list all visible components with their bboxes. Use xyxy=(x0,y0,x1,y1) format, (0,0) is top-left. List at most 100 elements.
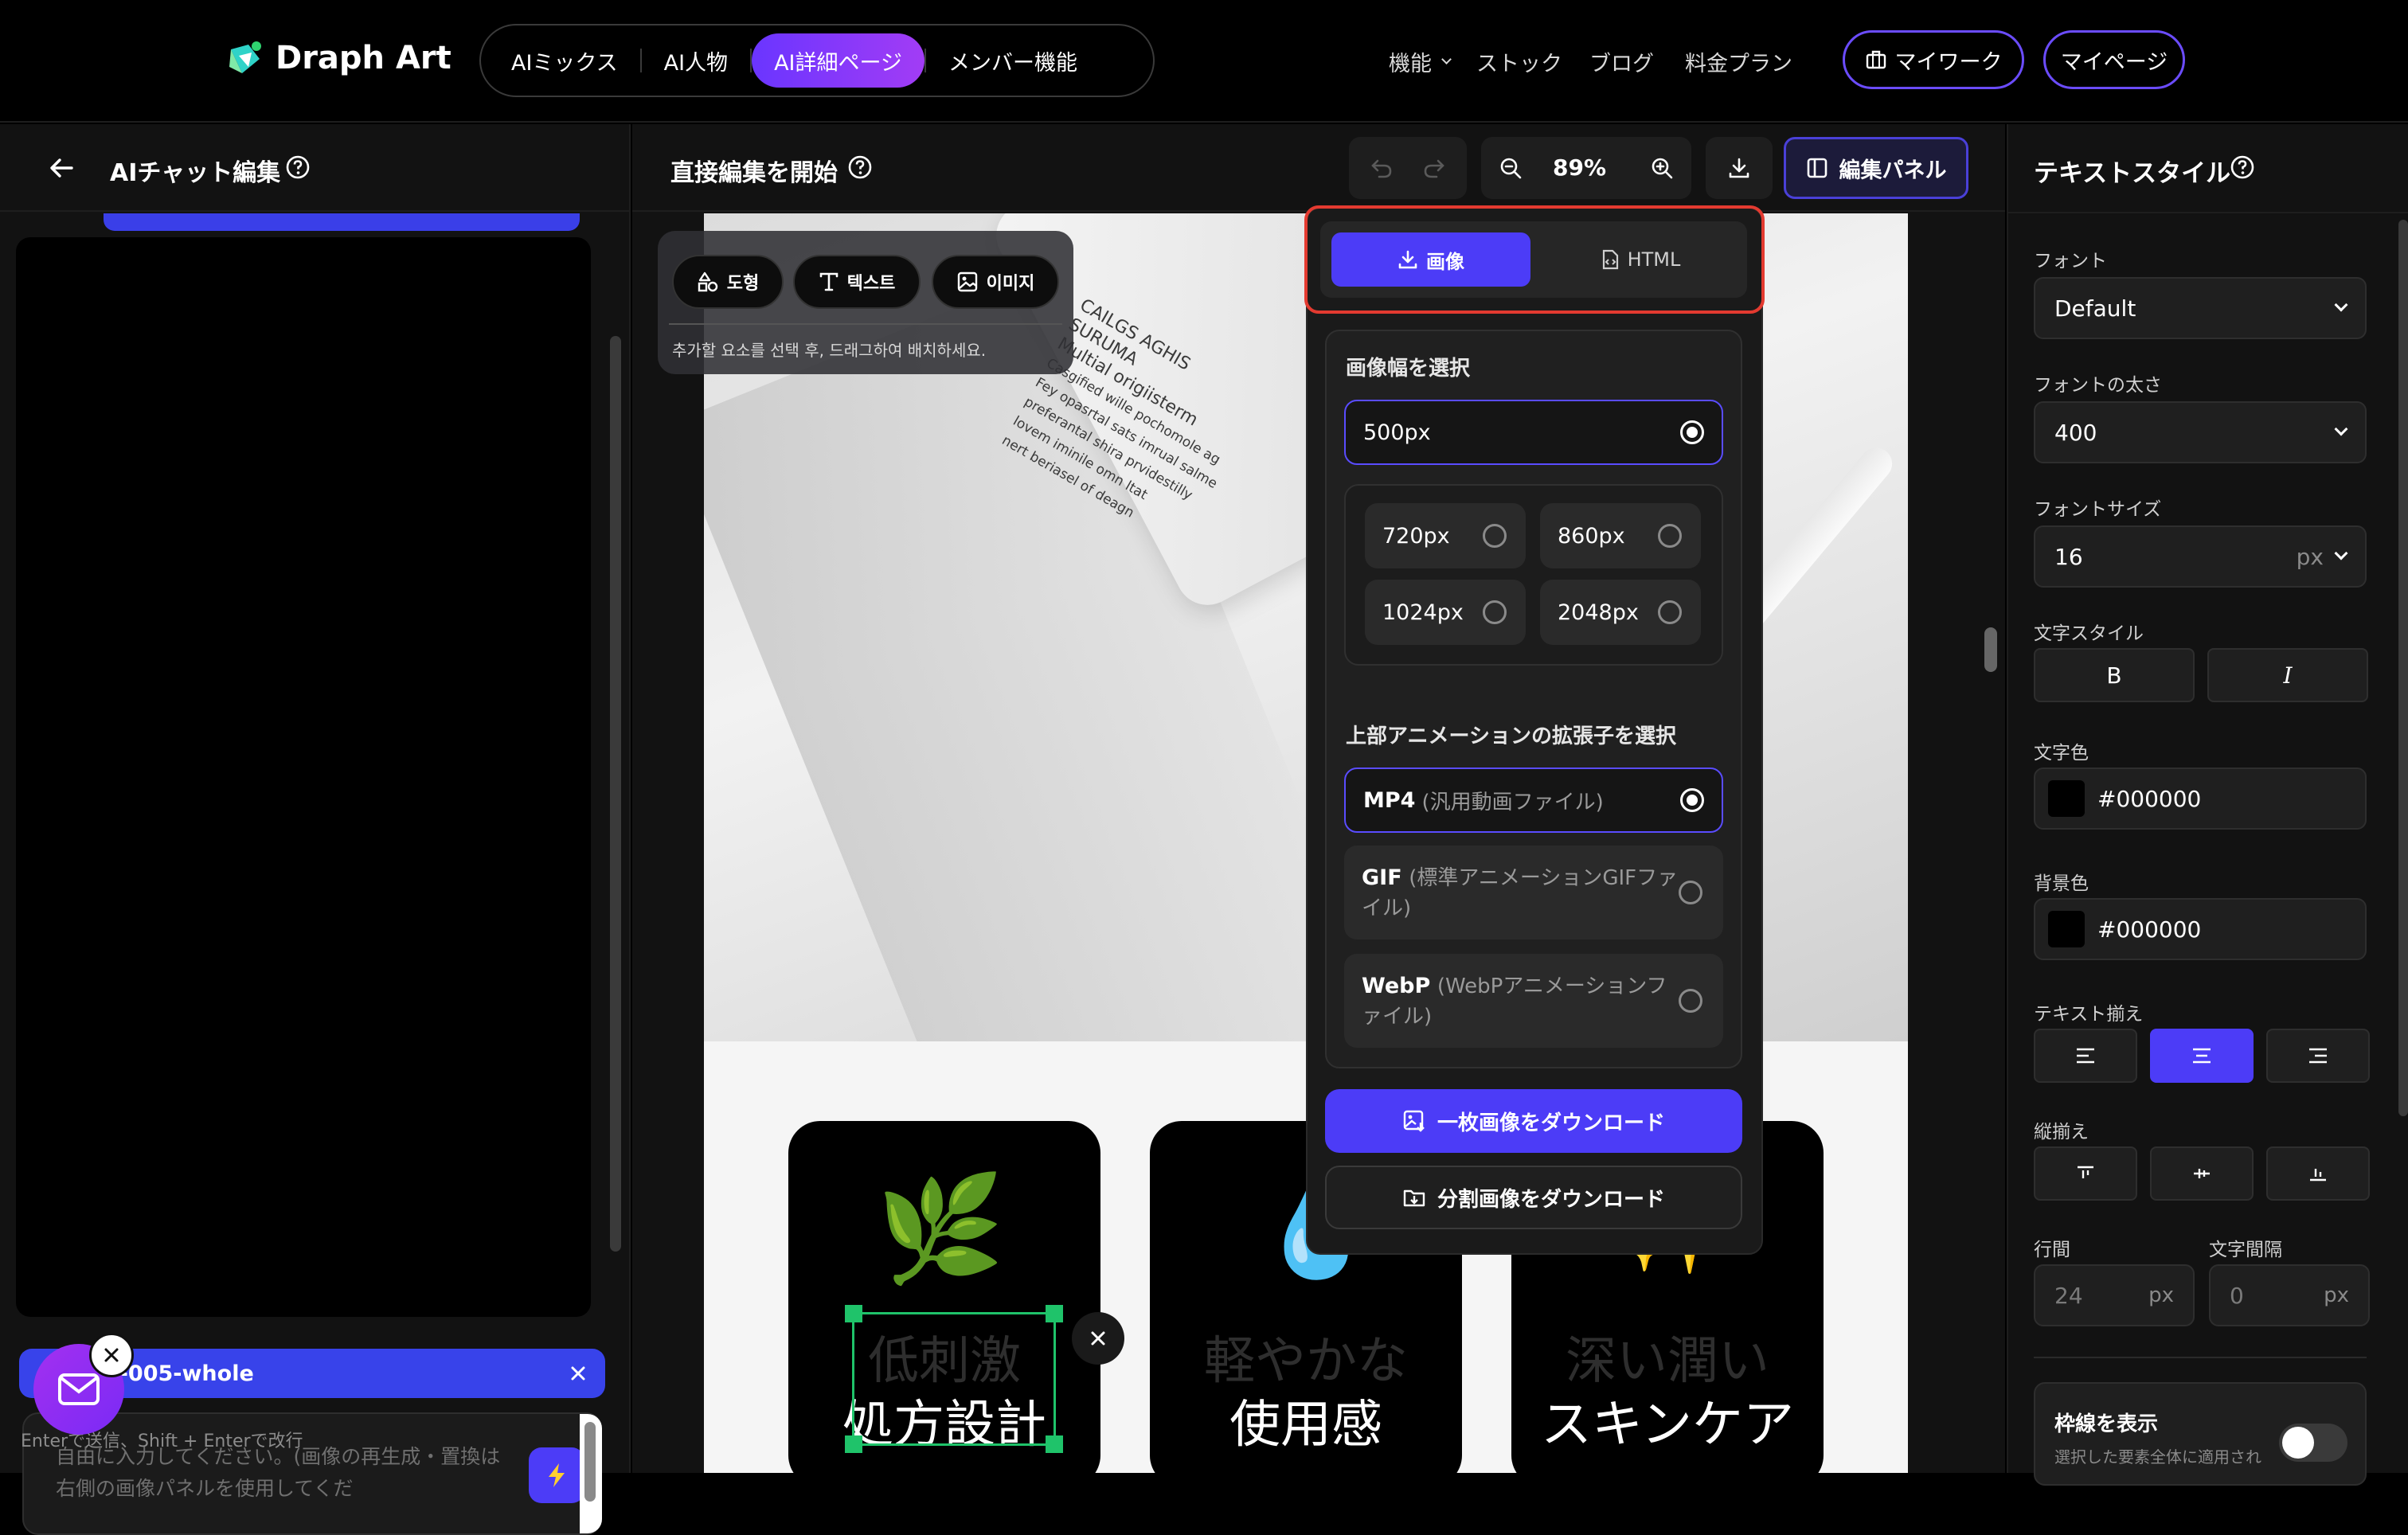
redo-icon[interactable] xyxy=(1422,156,1446,180)
bg-color-value: #000000 xyxy=(2097,916,2202,943)
line-height-input[interactable]: 24 px xyxy=(2034,1264,2195,1326)
align-left-icon xyxy=(2077,1048,2094,1064)
text-icon xyxy=(819,272,838,291)
font-size-unit: px xyxy=(2296,543,2324,570)
radio-unselected xyxy=(1483,600,1507,624)
canvas-scrollbar[interactable] xyxy=(1984,627,1997,672)
add-text-button[interactable]: 텍스트 xyxy=(793,255,921,309)
nav-tab-ai-mix[interactable]: AIミックス xyxy=(489,33,640,88)
nav-tab-member[interactable]: メンバー機能 xyxy=(926,33,1100,88)
italic-button[interactable]: I xyxy=(2207,648,2368,702)
selection-box[interactable] xyxy=(845,1305,1063,1453)
add-shape-button[interactable]: 도형 xyxy=(672,255,784,309)
edit-panel-button[interactable]: 編集パネル xyxy=(1784,137,1968,199)
delete-element-button[interactable] xyxy=(1072,1312,1124,1365)
help-icon[interactable] xyxy=(2230,154,2255,180)
font-size-unit-select[interactable]: px xyxy=(2296,543,2348,570)
nav-blog[interactable]: ブログ xyxy=(1589,46,1654,77)
letter-spacing-label: 文字間隔 xyxy=(2209,1240,2282,1260)
editor-title: 直接編集を開始 xyxy=(670,159,838,187)
align-center-icon xyxy=(2193,1048,2211,1064)
ext-desc: (汎用動画ファイル) xyxy=(1421,790,1604,814)
zoom-in-icon[interactable] xyxy=(1650,156,1674,180)
font-select[interactable]: Default xyxy=(2034,277,2367,339)
brand-logo[interactable]: Draph Art xyxy=(225,38,452,78)
download-split-images-button[interactable]: 分割画像をダウンロード xyxy=(1325,1166,1742,1229)
bold-button[interactable]: B xyxy=(2034,648,2195,702)
ext-option-gif[interactable]: GIF (標準アニメーションGIFファ イル) xyxy=(1344,846,1723,939)
close-icon[interactable] xyxy=(569,1364,588,1383)
align-right-button[interactable] xyxy=(2266,1029,2370,1083)
resize-handle[interactable] xyxy=(1046,1305,1063,1322)
selected-block-highlight xyxy=(104,213,580,231)
valign-bottom-button[interactable] xyxy=(2266,1146,2370,1201)
main-nav: AIミックス AI人物 AI詳細ページ メンバー機能 xyxy=(479,24,1155,97)
radio-selected xyxy=(1680,420,1704,444)
width-option-500[interactable]: 500px xyxy=(1344,400,1723,465)
ext-desc: (標準アニメーションGIFファ xyxy=(1409,866,1679,890)
help-icon[interactable] xyxy=(847,154,873,180)
back-arrow-icon[interactable] xyxy=(48,156,75,180)
valign-top-button[interactable] xyxy=(2034,1146,2137,1201)
panel-scrollbar[interactable] xyxy=(2398,220,2408,1116)
font-size-input[interactable]: 16 px xyxy=(2034,525,2367,588)
bg-color-swatch[interactable] xyxy=(2048,911,2085,947)
download-single-label: 一枚画像をダウンロード xyxy=(1437,1111,1665,1135)
feature-bottom-text: スキンケア xyxy=(1540,1396,1795,1455)
toggle-knob xyxy=(2282,1427,2314,1459)
border-toggle-card: 枠線を表示 選択した要素全体に適用され xyxy=(2034,1382,2367,1486)
resize-handle[interactable] xyxy=(845,1305,862,1322)
width-option-720[interactable]: 720px xyxy=(1365,503,1526,568)
nav-tab-ai-detail-page[interactable]: AI詳細ページ xyxy=(752,33,924,88)
ext-name: WebP xyxy=(1362,974,1431,998)
resize-handle[interactable] xyxy=(845,1435,862,1453)
chat-scrollbar[interactable] xyxy=(610,336,621,1252)
font-value: Default xyxy=(2054,295,2136,322)
ai-chat-panel: AIチャット編集 #block-005-whole 自由に入力してください。(画… xyxy=(0,124,631,1535)
align-center-button[interactable] xyxy=(2150,1029,2254,1083)
nav-pricing[interactable]: 料金プラン xyxy=(1685,46,1792,77)
width-option-2048[interactable]: 2048px xyxy=(1540,580,1701,645)
valign-middle-button[interactable] xyxy=(2150,1146,2254,1201)
nav-tab-ai-person[interactable]: AI人物 xyxy=(642,33,750,88)
download-button[interactable] xyxy=(1706,137,1773,199)
border-toggle-switch[interactable] xyxy=(2279,1424,2347,1462)
add-text-label: 텍스트 xyxy=(846,274,896,294)
zoom-level: 89% xyxy=(1553,154,1607,181)
nav-features[interactable]: 機能 xyxy=(1389,46,1452,77)
help-icon[interactable] xyxy=(285,154,311,180)
align-top-icon xyxy=(2078,1166,2093,1178)
send-button[interactable] xyxy=(529,1447,584,1503)
ext-option-mp4[interactable]: MP4 (汎用動画ファイル) xyxy=(1344,768,1723,833)
width-option-860[interactable]: 860px xyxy=(1540,503,1701,568)
nav-stock[interactable]: ストック xyxy=(1476,46,1562,77)
undo-icon[interactable] xyxy=(1370,156,1394,180)
close-icon xyxy=(104,1348,119,1362)
text-color-input[interactable]: #000000 xyxy=(2034,768,2367,830)
letter-spacing-unit: px xyxy=(2324,1283,2349,1307)
contact-close-button[interactable] xyxy=(89,1333,134,1377)
resize-handle[interactable] xyxy=(1046,1435,1063,1453)
chat-scroll-thumb[interactable] xyxy=(584,1422,596,1502)
zoom-controls: 89% xyxy=(1481,137,1691,199)
width-option-1024[interactable]: 1024px xyxy=(1365,580,1526,645)
toolbar-divider xyxy=(669,323,1062,325)
font-weight-select[interactable]: 400 xyxy=(2034,401,2367,463)
text-style-label: 文字スタイル xyxy=(2034,623,2144,644)
bg-color-input[interactable]: #000000 xyxy=(2034,898,2367,960)
letter-spacing-value: 0 xyxy=(2230,1282,2244,1309)
font-size-value: 16 xyxy=(2054,543,2083,570)
my-page-button[interactable]: マイページ xyxy=(2043,30,2185,89)
ext-option-webp[interactable]: WebP (WebPアニメーションフ ァイル) xyxy=(1344,954,1723,1048)
add-image-button[interactable]: 이미지 xyxy=(932,255,1059,309)
download-single-image-button[interactable]: 一枚画像をダウンロード xyxy=(1325,1089,1742,1153)
text-color-swatch[interactable] xyxy=(2048,780,2085,817)
align-left-button[interactable] xyxy=(2034,1029,2137,1083)
letter-spacing-input[interactable]: 0 px xyxy=(2209,1264,2370,1326)
my-work-button[interactable]: マイワーク xyxy=(1843,30,2024,89)
zoom-out-icon[interactable] xyxy=(1499,156,1523,180)
bg-color-label: 背景色 xyxy=(2034,873,2089,894)
font-size-label: フォントサイズ xyxy=(2034,499,2162,520)
logo-icon xyxy=(225,38,264,78)
feature-card[interactable]: 🌿 低刺激 処方設計 xyxy=(788,1121,1100,1473)
